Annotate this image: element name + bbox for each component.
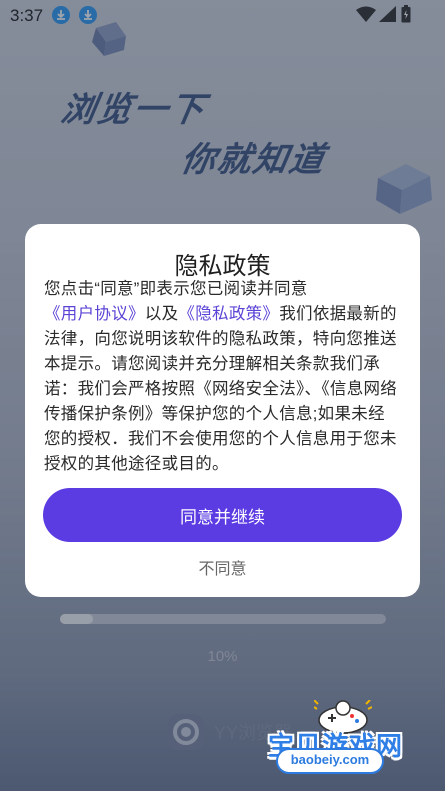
watermark-url: baobeiy.com: [290, 752, 370, 767]
agree-continue-button[interactable]: 同意并继续: [43, 488, 402, 542]
privacy-dialog: 隐私政策 您点击“同意”即表示您已阅读并同意《用户协议》以及《隐私政策》我们依据…: [25, 224, 420, 597]
body-text: 以及: [144, 305, 179, 323]
dialog-body: 您点击“同意”即表示您已阅读并同意《用户协议》以及《隐私政策》我们依据最新的法律…: [44, 277, 401, 477]
watermark: 宝贝游戏网 baobeiy.com: [268, 700, 428, 784]
watermark-url-pill: baobeiy.com: [276, 748, 384, 774]
user-agreement-link[interactable]: 《用户协议》: [44, 305, 145, 323]
disagree-button[interactable]: 不同意: [25, 555, 420, 579]
body-text: 我们依据最新的法律，向您说明该软件的隐私政策，特向您推送本提示。请您阅读并充分理…: [44, 305, 398, 473]
body-text: 您点击“同意”即表示您已阅读并同意: [44, 280, 308, 298]
privacy-policy-link[interactable]: 《隐私政策》: [178, 305, 279, 323]
dialog-title: 隐私政策: [174, 253, 271, 280]
